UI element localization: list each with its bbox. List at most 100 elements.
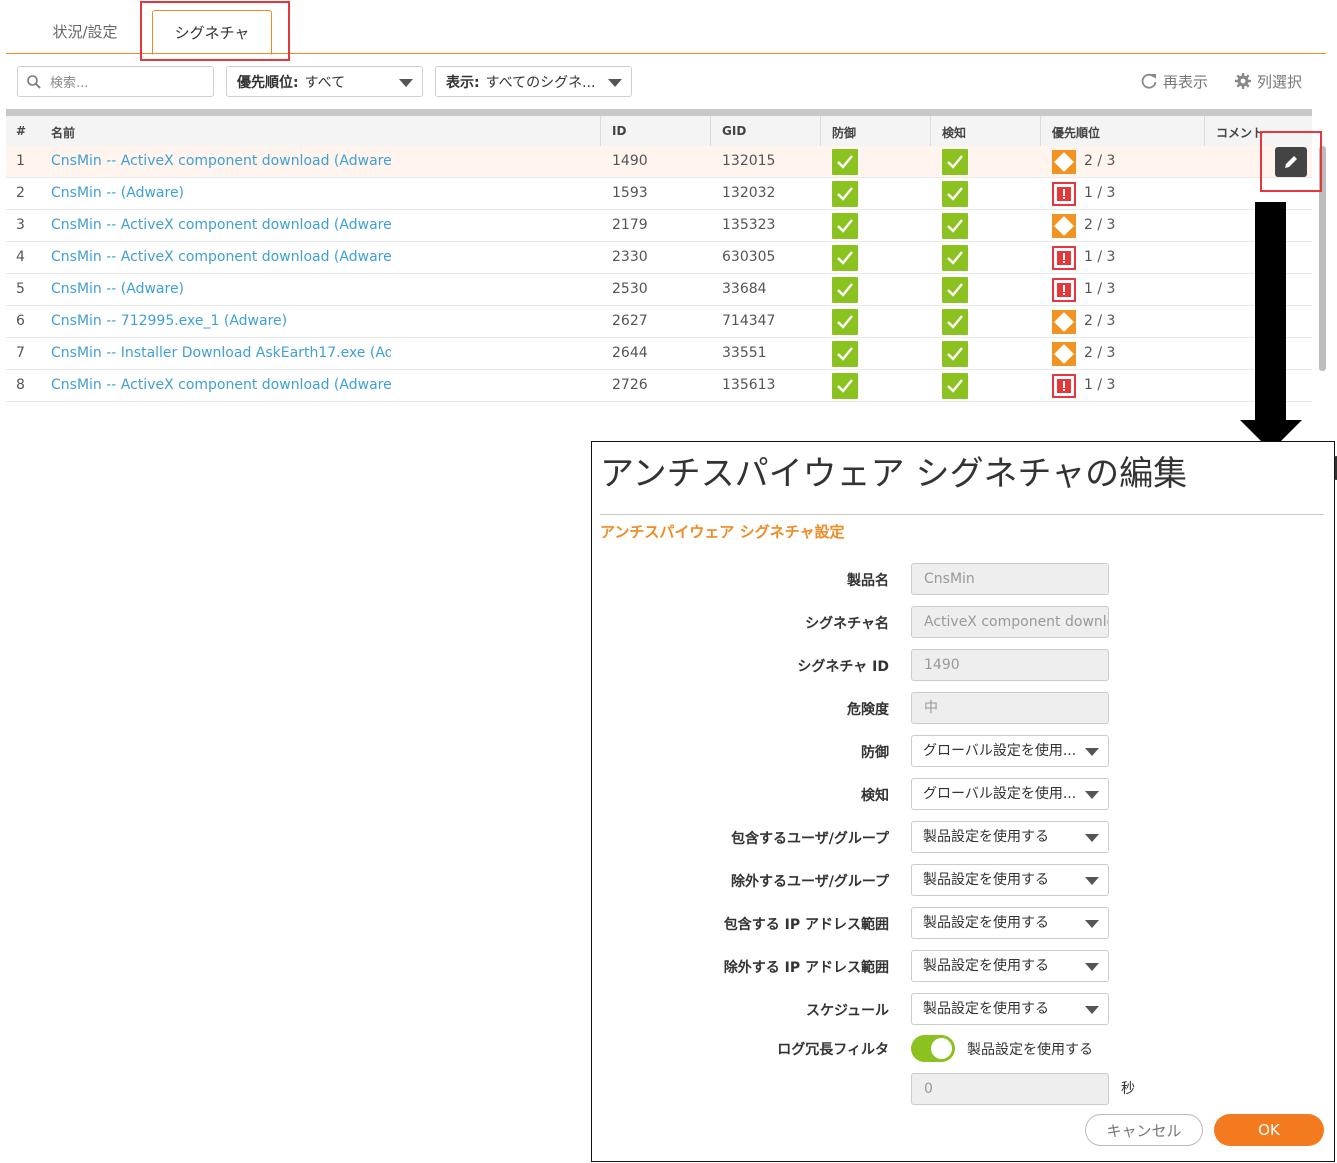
signature-gid: 33551 xyxy=(722,345,767,361)
signature-id: 2179 xyxy=(612,217,648,233)
tab-status-settings[interactable]: 状況/設定 xyxy=(40,10,130,53)
signature-name-link[interactable]: CnsMin -- ActiveX component download (Ad… xyxy=(51,153,391,169)
prevent-check-icon[interactable] xyxy=(832,213,858,239)
detect-check-icon[interactable] xyxy=(942,245,968,271)
table-row[interactable]: 4 CnsMin -- ActiveX component download (A… xyxy=(6,242,1312,274)
column-divider xyxy=(710,116,711,146)
row-number: 5 xyxy=(16,281,25,297)
priority-text: 2 / 3 xyxy=(1084,345,1116,361)
signature-name-link[interactable]: CnsMin -- ActiveX component download (Ad… xyxy=(51,217,391,233)
exclude-ip-label: 除外する IP アドレス範囲 xyxy=(723,960,889,976)
detect-label: 検知 xyxy=(861,788,889,804)
signature-name-link[interactable]: CnsMin -- (Adware) xyxy=(51,281,391,297)
priority-text: 2 / 3 xyxy=(1084,217,1116,233)
header-detect[interactable]: 検知 xyxy=(942,124,966,141)
header-prevent[interactable]: 防御 xyxy=(832,124,856,141)
signature-name-link[interactable]: CnsMin -- 712995.exe_1 (Adware) xyxy=(51,313,391,329)
signature-gid: 132032 xyxy=(722,185,776,201)
exclude-ip-select[interactable]: 製品設定を使用する xyxy=(911,950,1109,982)
priority-high-icon xyxy=(1052,246,1076,270)
table-row[interactable]: 5 CnsMin -- (Adware) 2530 33684 1 / 3 xyxy=(6,274,1312,306)
prevent-check-icon[interactable] xyxy=(832,341,858,367)
row-number: 4 xyxy=(16,249,25,265)
cancel-button[interactable]: キャンセル xyxy=(1085,1114,1203,1146)
table-row[interactable]: 1 CnsMin -- ActiveX component download (A… xyxy=(6,146,1312,178)
row-number: 3 xyxy=(16,217,25,233)
header-priority[interactable]: 優先順位 xyxy=(1052,124,1100,141)
table-top-bar xyxy=(6,109,1312,116)
view-filter-label: 表示: xyxy=(446,74,480,91)
product-name-label: 製品名 xyxy=(847,573,889,589)
header-name[interactable]: 名前 xyxy=(51,124,75,141)
priority-filter-dropdown[interactable]: 優先順位: すべて xyxy=(226,66,423,97)
prevent-check-icon[interactable] xyxy=(832,245,858,271)
prevent-check-icon[interactable] xyxy=(832,373,858,399)
header-comment[interactable]: コメント xyxy=(1216,124,1264,141)
detect-check-icon[interactable] xyxy=(942,309,968,335)
signature-name-link[interactable]: CnsMin -- (Adware) xyxy=(51,185,391,201)
detect-check-icon[interactable] xyxy=(942,277,968,303)
detect-check-icon[interactable] xyxy=(942,149,968,175)
detect-check-icon[interactable] xyxy=(942,373,968,399)
signature-name-link[interactable]: CnsMin -- Installer Download AskEarth17.… xyxy=(51,345,391,361)
signature-name-label: シグネチャ名 xyxy=(805,616,889,632)
signature-id-field: 1490 xyxy=(911,649,1109,681)
detect-select-value: グローバル設定を使用... xyxy=(923,786,1077,802)
highlight-box-signatures-tab xyxy=(140,1,290,61)
priority-text: 1 / 3 xyxy=(1084,377,1116,393)
detect-check-icon[interactable] xyxy=(942,341,968,367)
prevent-label: 防御 xyxy=(861,745,889,761)
prevent-check-icon[interactable] xyxy=(832,181,858,207)
ok-button[interactable]: OK xyxy=(1214,1114,1324,1146)
prevent-select[interactable]: グローバル設定を使用... xyxy=(911,735,1109,767)
header-gid[interactable]: GID xyxy=(722,124,746,138)
priority-filter-value: すべて xyxy=(304,74,346,91)
table-row[interactable]: 6 CnsMin -- 712995.exe_1 (Adware) 2627 7143… xyxy=(6,306,1312,338)
signature-gid: 630305 xyxy=(722,249,776,265)
table-row[interactable]: 7 CnsMin -- Installer Download AskEarth17… xyxy=(6,338,1312,370)
log-filter-toggle[interactable] xyxy=(911,1035,955,1062)
row-number: 8 xyxy=(16,377,25,393)
prevent-check-icon[interactable] xyxy=(832,149,858,175)
log-filter-seconds-field: 0 xyxy=(911,1073,1109,1105)
search-icon xyxy=(27,75,41,89)
exclude-users-select[interactable]: 製品設定を使用する xyxy=(911,864,1109,896)
detect-check-icon[interactable] xyxy=(942,181,968,207)
include-ip-select[interactable]: 製品設定を使用する xyxy=(911,907,1109,939)
refresh-button[interactable]: 再表示 xyxy=(1140,70,1208,92)
header-id[interactable]: ID xyxy=(612,124,626,138)
signature-id: 2627 xyxy=(612,313,648,329)
chevron-down-icon xyxy=(1085,920,1099,928)
prevent-check-icon[interactable] xyxy=(832,277,858,303)
table-header: # 名前 ID GID 防御 検知 優先順位 コメント xyxy=(6,116,1312,146)
priority-medium-icon xyxy=(1052,342,1076,366)
priority-text: 1 / 3 xyxy=(1084,281,1116,297)
search-input[interactable] xyxy=(48,72,207,94)
table-row[interactable]: 8 CnsMin -- ActiveX component download (A… xyxy=(6,370,1312,402)
search-box[interactable] xyxy=(17,66,214,97)
column-select-button[interactable]: 列選択 xyxy=(1234,70,1302,92)
schedule-select[interactable]: 製品設定を使用する xyxy=(911,993,1109,1025)
signature-id: 2330 xyxy=(612,249,648,265)
signature-name-field: ActiveX component downlc xyxy=(911,606,1109,638)
detect-check-icon[interactable] xyxy=(942,213,968,239)
detect-select[interactable]: グローバル設定を使用... xyxy=(911,778,1109,810)
table-row[interactable]: 3 CnsMin -- ActiveX component download (A… xyxy=(6,210,1312,242)
view-filter-value: すべてのシグネ... xyxy=(485,74,596,91)
log-filter-label: ログ冗長フィルタ xyxy=(777,1042,889,1058)
view-filter-dropdown[interactable]: 表示: すべてのシグネ... xyxy=(435,66,632,97)
priority-medium-icon xyxy=(1052,214,1076,238)
signature-name-link[interactable]: CnsMin -- ActiveX component download (Ad… xyxy=(51,249,391,265)
exclude-ip-select-value: 製品設定を使用する xyxy=(923,958,1049,974)
prevent-check-icon[interactable] xyxy=(832,309,858,335)
row-number: 1 xyxy=(16,153,25,169)
header-num[interactable]: # xyxy=(16,124,26,138)
include-users-select-value: 製品設定を使用する xyxy=(923,829,1049,845)
table-row[interactable]: 2 CnsMin -- (Adware) 1593 132032 1 / 3 xyxy=(6,178,1312,210)
include-users-select[interactable]: 製品設定を使用する xyxy=(911,821,1109,853)
signature-name-link[interactable]: CnsMin -- ActiveX component download (Ad… xyxy=(51,377,391,393)
seconds-unit-label: 秒 xyxy=(1121,1081,1135,1097)
priority-high-icon xyxy=(1052,374,1076,398)
include-ip-label: 包含する IP アドレス範囲 xyxy=(723,917,889,933)
dialog-divider xyxy=(600,514,1324,515)
